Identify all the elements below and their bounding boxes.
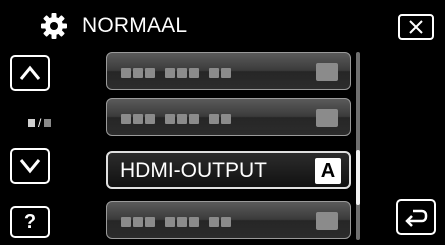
back-button[interactable] xyxy=(396,199,436,235)
gear-icon xyxy=(41,13,67,39)
menu-item-label: HDMI-OUTPUT xyxy=(120,159,267,182)
header: NORMAAL xyxy=(0,0,445,44)
close-button[interactable] xyxy=(398,14,434,40)
obscured-value xyxy=(316,212,338,230)
page-current-icon xyxy=(28,119,35,127)
obscured-label xyxy=(121,68,231,78)
help-button[interactable]: ? xyxy=(10,206,50,238)
menu-item[interactable] xyxy=(106,52,351,90)
menu-item-value: A xyxy=(315,158,341,184)
help-label: ? xyxy=(23,210,37,233)
page-indicator: / xyxy=(28,116,52,130)
obscured-value xyxy=(316,109,338,127)
chevron-up-icon xyxy=(19,65,41,80)
chevron-down-icon xyxy=(19,159,41,174)
menu-item-hdmi-output[interactable]: HDMI-OUTPUT A xyxy=(106,151,351,189)
obscured-value xyxy=(316,63,338,81)
page-separator: / xyxy=(38,116,42,130)
obscured-label xyxy=(121,217,231,227)
menu-item[interactable] xyxy=(106,98,351,136)
obscured-label xyxy=(121,114,231,124)
scroll-down-button[interactable] xyxy=(10,148,50,184)
scrollbar[interactable] xyxy=(356,52,360,240)
page-title: NORMAAL xyxy=(82,14,188,37)
scroll-up-button[interactable] xyxy=(10,55,50,91)
close-icon xyxy=(409,20,423,34)
menu-item[interactable] xyxy=(106,201,351,239)
return-icon xyxy=(405,209,428,227)
page-total-icon xyxy=(44,119,52,127)
scrollbar-thumb[interactable] xyxy=(356,150,360,205)
